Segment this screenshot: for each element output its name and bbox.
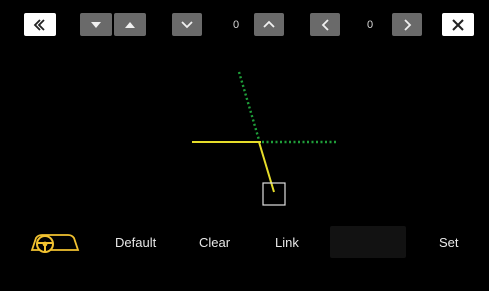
vertical-value: 0 [232, 18, 240, 31]
horizontal-left-button[interactable] [310, 13, 340, 36]
horizontal-right-button[interactable] [392, 13, 422, 36]
chevron-right-icon [403, 18, 412, 32]
set-button[interactable]: Set [439, 232, 459, 252]
clear-button[interactable]: Clear [199, 232, 230, 252]
link-button[interactable]: Link [275, 232, 299, 252]
height-down-button[interactable] [80, 13, 112, 36]
horizontal-value: 0 [366, 18, 374, 31]
default-button[interactable]: Default [115, 232, 156, 252]
blank-button[interactable] [330, 226, 406, 258]
back-button[interactable] [24, 13, 56, 36]
double-chevron-left-icon [32, 18, 48, 32]
vertical-up-button[interactable] [254, 13, 284, 36]
steering-wheel-icon [26, 234, 82, 260]
guide-line-canvas[interactable] [0, 44, 489, 214]
chevron-down-icon [180, 20, 194, 29]
chevron-left-icon [321, 18, 330, 32]
triangle-down-icon [90, 21, 102, 29]
guide-handle-box[interactable] [262, 182, 286, 206]
close-button[interactable] [442, 13, 474, 36]
camera-guide-adjust-screen: 0 0 Default Clear Link Set [0, 0, 489, 291]
vertical-down-button[interactable] [172, 13, 202, 36]
close-icon [451, 18, 465, 32]
height-up-button[interactable] [114, 13, 146, 36]
steering-wheel-button[interactable] [26, 228, 82, 256]
vertical-guide-solid-line [258, 141, 275, 193]
vertical-guide-dotted-line [237, 71, 261, 141]
triangle-up-icon [124, 21, 136, 29]
chevron-up-icon [262, 20, 276, 29]
